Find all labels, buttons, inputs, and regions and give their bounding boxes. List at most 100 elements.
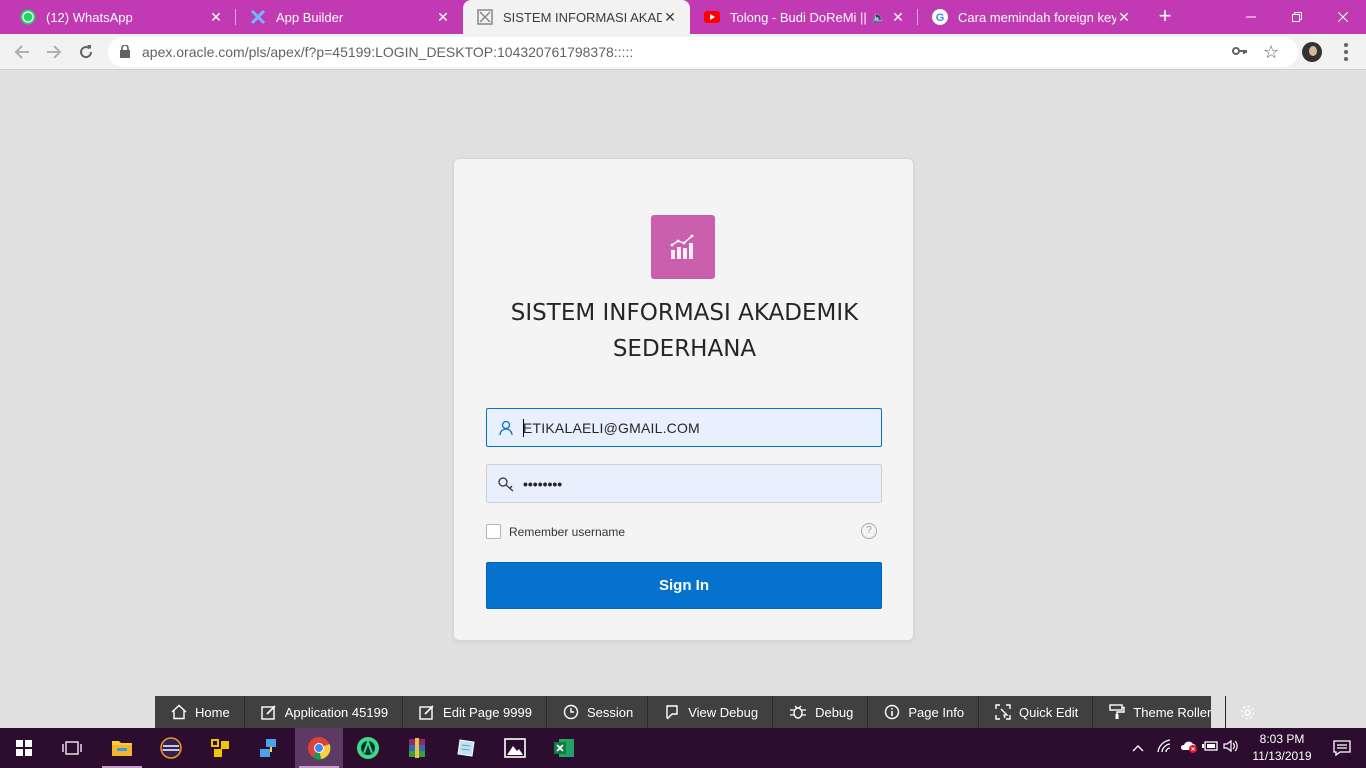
paint-roller-icon: [1109, 704, 1125, 719]
forward-icon[interactable]: [40, 38, 68, 66]
key-icon[interactable]: [1232, 44, 1248, 63]
chevron-up-icon[interactable]: [1132, 741, 1149, 755]
tab-title: SISTEM INFORMASI AKADEMIK: [503, 9, 662, 25]
dev-edit-page-button[interactable]: Edit Page 9999: [403, 696, 547, 728]
dev-quick-edit-button[interactable]: Quick Edit: [979, 696, 1094, 728]
dev-page-info-button[interactable]: Page Info: [868, 696, 980, 728]
close-tab-icon[interactable]: ✕: [208, 9, 224, 26]
dev-application-button[interactable]: Application 45199: [245, 696, 404, 728]
close-tab-icon[interactable]: ✕: [435, 9, 451, 26]
dev-item-label: Edit Page 9999: [443, 704, 532, 720]
new-tab-icon[interactable]: +: [1154, 5, 1176, 27]
reload-icon[interactable]: [72, 38, 100, 66]
tab-sistem-informasi[interactable]: SISTEM INFORMASI AKADEMIK ✕: [463, 0, 690, 34]
onedrive-error-icon[interactable]: [1180, 739, 1203, 758]
tab-app-builder[interactable]: App Builder ✕: [236, 0, 463, 34]
clock-time: 8:03 PM: [1259, 732, 1305, 746]
tab-whatsapp[interactable]: (12) WhatsApp ✕: [6, 0, 236, 34]
dev-item-label: Quick Edit: [1019, 704, 1079, 720]
notification-center-icon[interactable]: [1318, 728, 1366, 768]
app-title: SISTEM INFORMASI AKADEMIK SEDERHANA: [474, 295, 895, 367]
view-debug-icon: [666, 705, 678, 720]
url-text: apex.oracle.com/pls/apex/f?p=45199:LOGIN…: [142, 44, 634, 60]
excel-icon[interactable]: [540, 728, 588, 768]
sign-in-button[interactable]: Sign In: [486, 562, 882, 609]
quick-edit-icon: [995, 704, 1011, 720]
clock-icon: [563, 704, 579, 720]
task-view-icon[interactable]: [48, 728, 96, 768]
remember-checkbox[interactable]: [486, 524, 501, 539]
whatsapp-icon: [20, 9, 36, 25]
clock-date: 11/13/2019: [1252, 749, 1312, 763]
app-title-line-1: SISTEM INFORMASI AKADEMIK: [510, 300, 859, 326]
close-tab-icon[interactable]: ✕: [1116, 9, 1132, 26]
edit-app-icon: [260, 705, 276, 720]
dev-theme-roller-button[interactable]: Theme Roller: [1093, 696, 1227, 728]
wifi-icon[interactable]: [1157, 738, 1180, 758]
close-tab-icon[interactable]: ✕: [890, 9, 906, 26]
dev-settings-button[interactable]: [1226, 696, 1269, 728]
password-field[interactable]: ••••••••: [486, 464, 882, 503]
bug-icon: [790, 705, 807, 719]
winrar-icon[interactable]: [393, 728, 441, 768]
restore-icon[interactable]: [1274, 0, 1320, 34]
dev-item-label: Page Info: [908, 704, 965, 720]
tab-title: (12) WhatsApp: [46, 9, 133, 25]
username-field[interactable]: ETIKALAELI@GMAIL.COM: [486, 408, 882, 447]
battery-icon[interactable]: [1202, 739, 1223, 757]
developer-toolbar: Home Application 45199 Edit Page 9999 Se…: [155, 696, 1255, 728]
profile-avatar[interactable]: [1302, 42, 1322, 62]
dev-debug-button[interactable]: Debug: [773, 696, 869, 728]
remember-label: Remember username: [509, 524, 626, 539]
photos-icon[interactable]: [491, 728, 539, 768]
minimize-icon[interactable]: [1228, 0, 1274, 34]
dev-item-label: Application 45199: [284, 704, 389, 720]
google-icon: G: [932, 9, 948, 25]
eclipse-icon[interactable]: [147, 728, 195, 768]
network-tool-icon[interactable]: [245, 728, 293, 768]
dev-view-debug-button[interactable]: View Debug: [648, 696, 774, 728]
tab-title: Cara memindah foreign key -: [958, 9, 1116, 25]
login-card: SISTEM INFORMASI AKADEMIK SEDERHANA ETIK…: [453, 158, 914, 641]
remember-username[interactable]: Remember username: [486, 524, 625, 539]
key-icon: [497, 475, 515, 493]
dev-item-label: Home: [195, 704, 230, 720]
browser-toolbar: apex.oracle.com/pls/apex/f?p=45199:LOGIN…: [0, 34, 1366, 70]
address-bar[interactable]: apex.oracle.com/pls/apex/f?p=45199:LOGIN…: [108, 37, 1298, 67]
system-tray: [1132, 728, 1242, 768]
gear-icon: [1241, 705, 1255, 719]
dev-item-label: Theme Roller: [1133, 704, 1212, 720]
speaker-icon[interactable]: 🔈: [868, 11, 890, 24]
user-icon: [497, 419, 515, 437]
tab-google[interactable]: G Cara memindah foreign key - ✕: [918, 0, 1144, 34]
dev-item-label: Debug: [815, 704, 854, 720]
dev-item-label: Session: [586, 704, 634, 720]
windows-start-icon[interactable]: [0, 728, 48, 768]
dev-session-button[interactable]: Session: [547, 696, 649, 728]
back-icon[interactable]: [8, 38, 36, 66]
close-tab-icon[interactable]: ✕: [662, 9, 678, 26]
tab-youtube[interactable]: Tolong - Budi DoReMi || Co 🔈 ✕: [690, 0, 918, 34]
bookmark-star-icon[interactable]: ☆: [1263, 42, 1279, 63]
volume-icon[interactable]: [1223, 739, 1242, 758]
file-explorer-icon[interactable]: [98, 728, 146, 768]
apex-icon: [250, 9, 266, 25]
windows-taskbar: 8:03 PM 11/13/2019: [0, 728, 1366, 768]
dev-home-button[interactable]: Home: [155, 696, 245, 728]
app-blocks-icon[interactable]: [196, 728, 244, 768]
dev-item-label: View Debug: [688, 704, 759, 720]
browser-tab-strip: (12) WhatsApp ✕ App Builder ✕ SISTEM INF…: [0, 0, 1366, 34]
android-studio-icon[interactable]: [344, 728, 392, 768]
youtube-icon: [704, 9, 720, 25]
svg-text:G: G: [936, 12, 945, 24]
browser-menu-icon[interactable]: [1336, 43, 1356, 61]
tab-title: App Builder: [276, 9, 344, 25]
info-icon: [885, 704, 900, 720]
chrome-icon[interactable]: [295, 728, 343, 768]
close-window-icon[interactable]: [1320, 0, 1366, 34]
apex-app-icon: [477, 9, 493, 25]
password-value: ••••••••: [523, 476, 563, 492]
taskbar-clock[interactable]: 8:03 PM 11/13/2019: [1248, 731, 1316, 765]
notebook-app-icon[interactable]: [442, 728, 490, 768]
help-icon[interactable]: ?: [861, 523, 877, 539]
